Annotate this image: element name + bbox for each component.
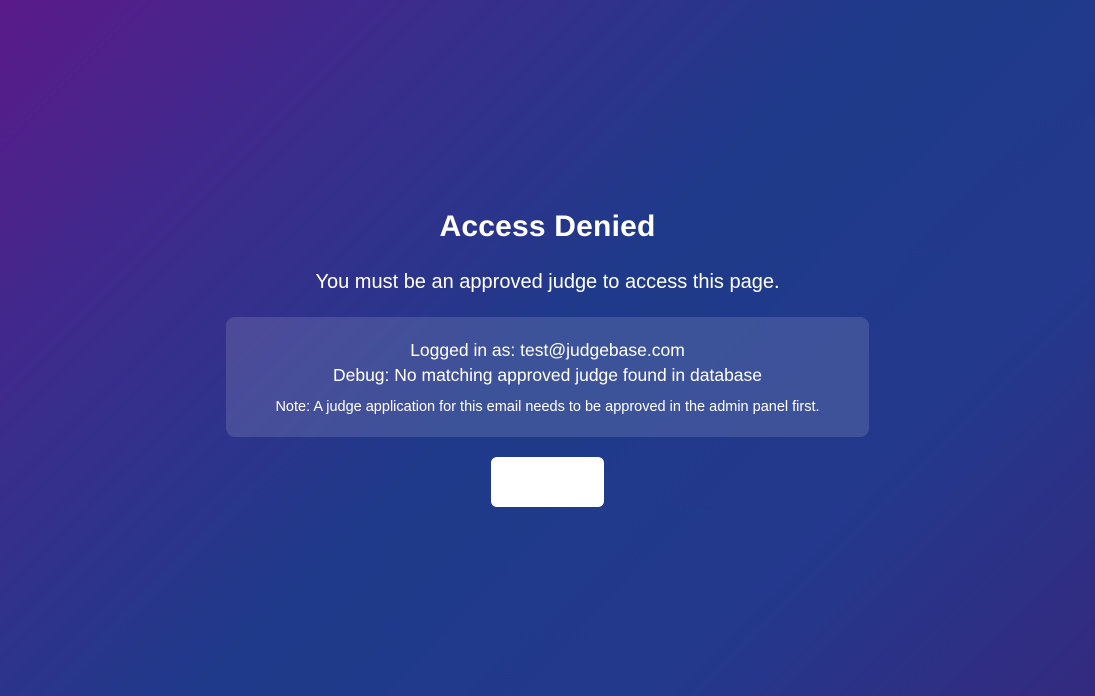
page-title: Access Denied xyxy=(439,210,656,243)
debug-info-box: Logged in as: test@judgebase.com Debug: … xyxy=(226,317,869,437)
action-button[interactable] xyxy=(491,457,604,507)
debug-message-text: Debug: No matching approved judge found … xyxy=(332,365,763,385)
access-denied-page: Access Denied You must be an approved ju… xyxy=(0,0,1095,696)
approval-note-text: Note: A judge application for this email… xyxy=(275,399,820,415)
logged-in-as-text: Logged in as: test@judgebase.com xyxy=(410,340,685,360)
page-subtitle: You must be an approved judge to access … xyxy=(315,271,780,293)
